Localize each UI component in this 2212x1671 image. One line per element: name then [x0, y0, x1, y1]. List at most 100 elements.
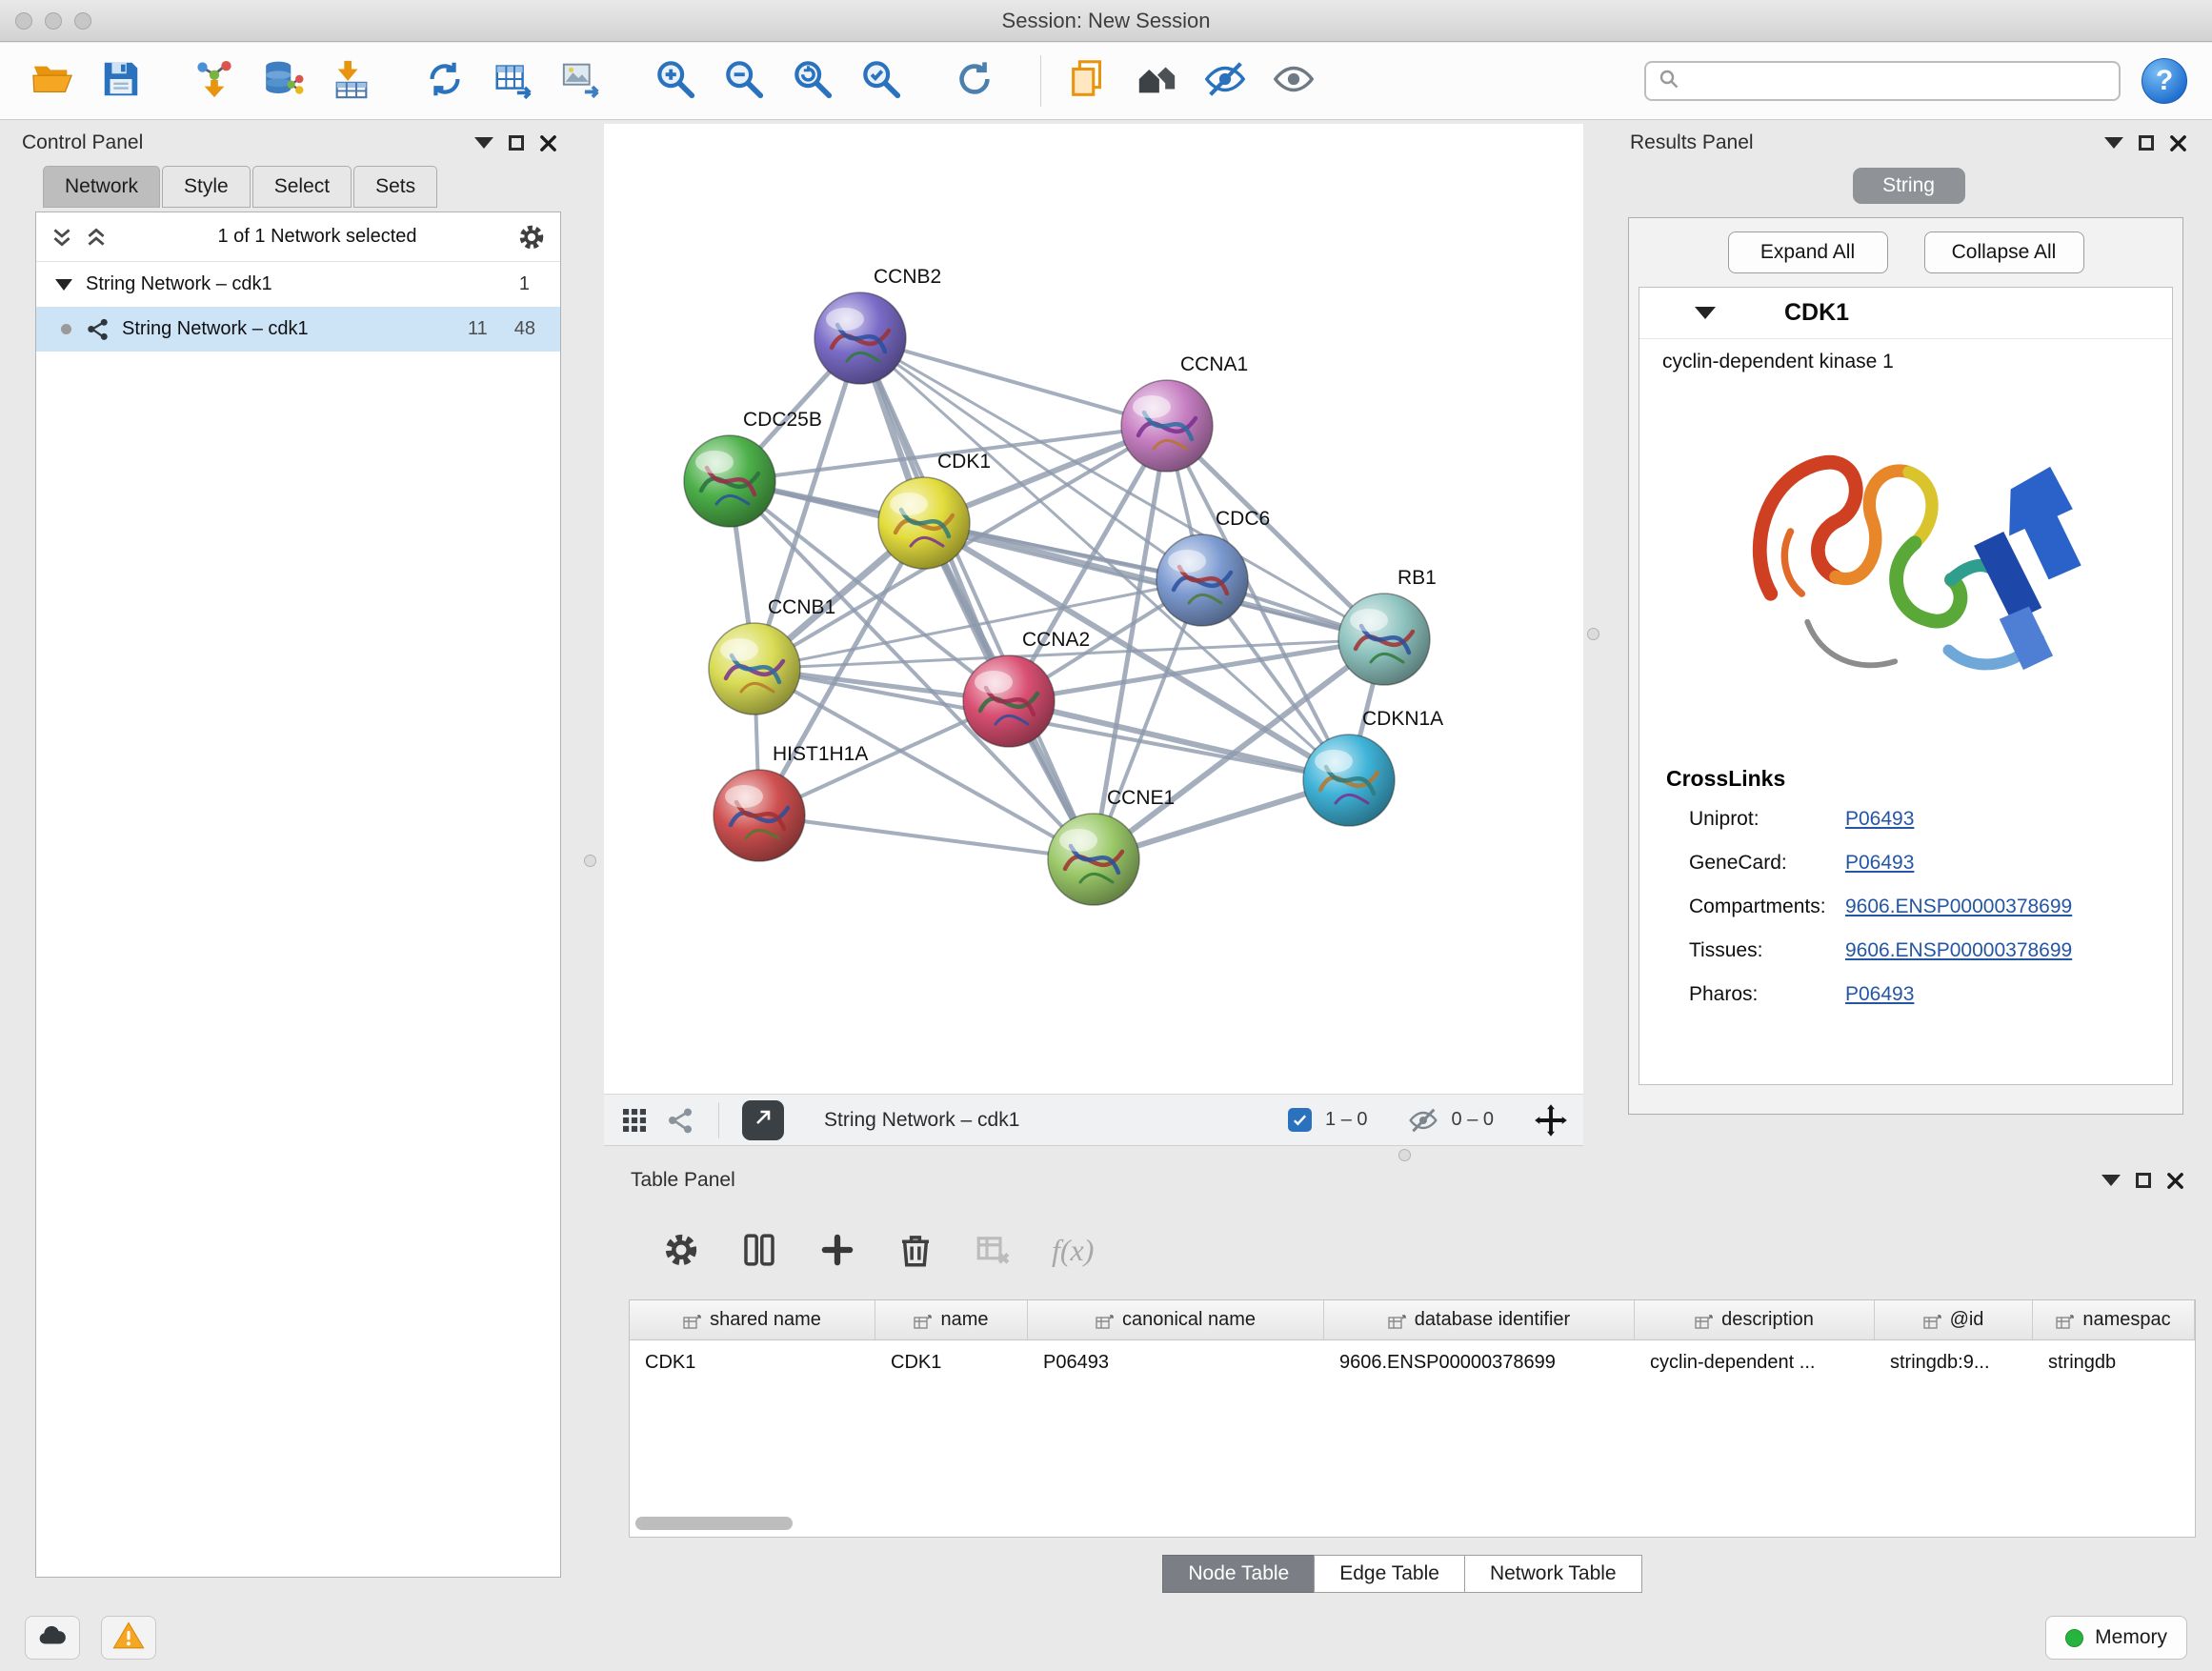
- column-header[interactable]: database identifier: [1324, 1300, 1635, 1339]
- column-header[interactable]: shared name: [630, 1300, 875, 1339]
- table-header-row: shared name name canonical name database…: [630, 1300, 2195, 1340]
- network-node-CCNA1[interactable]: CCNA1: [1121, 353, 1248, 472]
- open-in-window-button[interactable]: [742, 1100, 784, 1140]
- network-edge-CCNB2-CCNE1[interactable]: [860, 338, 1094, 859]
- cloud-icon: [36, 1620, 69, 1657]
- crosslink-link[interactable]: 9606.ENSP00000378699: [1845, 896, 2072, 918]
- maximize-panel-icon[interactable]: [2136, 1173, 2151, 1188]
- column-header[interactable]: canonical name: [1028, 1300, 1324, 1339]
- left-splitter-handle[interactable]: [584, 855, 596, 867]
- column-type-icon: [914, 1313, 932, 1328]
- network-canvas[interactable]: CCNB2CCNA1CDC25BCDK1CDC6RB1CCNB1CCNA2CDK…: [604, 124, 1583, 1094]
- tab-network-table[interactable]: Network Table: [1464, 1555, 1642, 1593]
- minimize-window-button[interactable]: [45, 12, 62, 30]
- new-table-button[interactable]: [486, 52, 541, 110]
- crosslink-link[interactable]: P06493: [1845, 808, 1914, 831]
- gear-icon[interactable]: [516, 222, 547, 252]
- network-node-HIST1H1A[interactable]: HIST1H1A: [714, 743, 868, 861]
- collapse-all-button[interactable]: Collapse All: [1924, 232, 2084, 273]
- export-image-button[interactable]: [554, 52, 610, 110]
- network-collection-row[interactable]: String Network – cdk1 1: [36, 262, 560, 307]
- close-window-button[interactable]: [15, 12, 32, 30]
- warnings-button[interactable]: [101, 1616, 156, 1660]
- zoom-window-button[interactable]: [74, 12, 91, 30]
- float-panel-icon[interactable]: [2104, 137, 2123, 149]
- import-network-from-database-button[interactable]: [255, 52, 311, 110]
- tab-node-table[interactable]: Node Table: [1162, 1555, 1315, 1593]
- table-row[interactable]: CDK1 CDK1 P06493 9606.ENSP00000378699 cy…: [630, 1340, 2195, 1384]
- tab-select[interactable]: Select: [252, 166, 352, 208]
- protein-card-header[interactable]: CDK1: [1639, 288, 2172, 339]
- hidden-eye-slash-icon[interactable]: [1408, 1105, 1438, 1136]
- cell-namespace[interactable]: stringdb: [2033, 1352, 2195, 1374]
- close-panel-icon[interactable]: [2169, 134, 2187, 152]
- tab-sets[interactable]: Sets: [353, 166, 437, 208]
- string-tab[interactable]: String: [1853, 168, 1965, 204]
- crosslink-link[interactable]: P06493: [1845, 983, 1914, 1006]
- import-table-from-file-button[interactable]: [324, 52, 379, 110]
- refresh-view-button[interactable]: [947, 52, 1002, 110]
- disclosure-triangle-icon[interactable]: [55, 279, 72, 291]
- zoom-fit-button[interactable]: [785, 52, 840, 110]
- tab-network[interactable]: Network: [43, 166, 160, 208]
- cell-shared-name[interactable]: CDK1: [630, 1352, 875, 1374]
- right-splitter-handle[interactable]: [1587, 628, 1599, 640]
- zoom-out-button[interactable]: [716, 52, 772, 110]
- tab-edge-table[interactable]: Edge Table: [1314, 1555, 1465, 1593]
- delete-column-trash-icon[interactable]: [895, 1230, 935, 1270]
- maximize-panel-icon[interactable]: [2139, 135, 2154, 151]
- collapse-section-icon[interactable]: [1695, 307, 1716, 319]
- maximize-panel-icon[interactable]: [509, 135, 524, 151]
- network-row[interactable]: String Network – cdk1 11 48: [36, 307, 560, 352]
- crosslink-link[interactable]: P06493: [1845, 852, 1914, 875]
- cloud-button[interactable]: [25, 1616, 80, 1660]
- grid-view-icon[interactable]: [619, 1105, 650, 1136]
- close-panel-icon[interactable]: [539, 134, 557, 152]
- import-network-from-file-button[interactable]: [187, 52, 242, 110]
- cell-description[interactable]: cyclin-dependent ...: [1635, 1352, 1875, 1374]
- pan-crosshair-icon[interactable]: [1534, 1103, 1568, 1137]
- zoom-selected-button[interactable]: [854, 52, 909, 110]
- add-column-icon[interactable]: [817, 1230, 857, 1270]
- close-panel-icon[interactable]: [2166, 1172, 2184, 1190]
- save-session-button[interactable]: [93, 52, 149, 110]
- search-input[interactable]: [1690, 70, 2107, 92]
- cell-canonical-name[interactable]: P06493: [1028, 1352, 1324, 1374]
- zoom-in-button[interactable]: [648, 52, 703, 110]
- network-node-RB1[interactable]: RB1: [1338, 567, 1437, 685]
- collapse-all-icon[interactable]: [50, 225, 74, 250]
- expand-all-button[interactable]: Expand All: [1728, 232, 1888, 273]
- tab-style[interactable]: Style: [162, 166, 251, 208]
- table-settings-gear-icon[interactable]: [661, 1230, 701, 1270]
- network-node-CDC25B[interactable]: CDC25B: [684, 409, 822, 527]
- column-header[interactable]: @id: [1875, 1300, 2033, 1339]
- show-columns-icon[interactable]: [739, 1230, 779, 1270]
- network-edge-CCNB2-CCNA1[interactable]: [860, 338, 1167, 426]
- network-overview-button[interactable]: [1129, 52, 1184, 110]
- column-header[interactable]: description: [1635, 1300, 1875, 1339]
- expand-all-icon[interactable]: [84, 225, 109, 250]
- help-button[interactable]: ?: [2142, 58, 2187, 104]
- memory-button[interactable]: Memory: [2045, 1616, 2187, 1660]
- new-network-button[interactable]: [417, 52, 473, 110]
- cell-id[interactable]: stringdb:9...: [1875, 1352, 2033, 1374]
- cell-name[interactable]: CDK1: [875, 1352, 1028, 1374]
- selected-checkbox-icon[interactable]: [1288, 1108, 1312, 1132]
- share-view-icon[interactable]: [665, 1105, 695, 1136]
- cell-database-identifier[interactable]: 9606.ENSP00000378699: [1324, 1352, 1635, 1374]
- float-panel-icon[interactable]: [2101, 1175, 2121, 1186]
- hide-selected-button[interactable]: [1197, 52, 1253, 110]
- hidden-counts: 0 – 0: [1452, 1109, 1494, 1131]
- horizontal-scrollbar-thumb[interactable]: [635, 1517, 793, 1530]
- copy-document-button[interactable]: [1060, 52, 1116, 110]
- crosslink-link[interactable]: 9606.ENSP00000378699: [1845, 939, 2072, 962]
- network-node-CDKN1A[interactable]: CDKN1A: [1303, 708, 1443, 826]
- column-header[interactable]: namespac: [2033, 1300, 2195, 1339]
- open-session-button[interactable]: [25, 52, 80, 110]
- column-header[interactable]: name: [875, 1300, 1028, 1339]
- show-all-button[interactable]: [1266, 52, 1321, 110]
- network-edge-HIST1H1A-CCNE1[interactable]: [759, 815, 1094, 859]
- crosslinks-title: CrossLinks: [1666, 766, 2172, 792]
- float-panel-icon[interactable]: [474, 137, 493, 149]
- network-node-CCNB2[interactable]: CCNB2: [814, 266, 941, 384]
